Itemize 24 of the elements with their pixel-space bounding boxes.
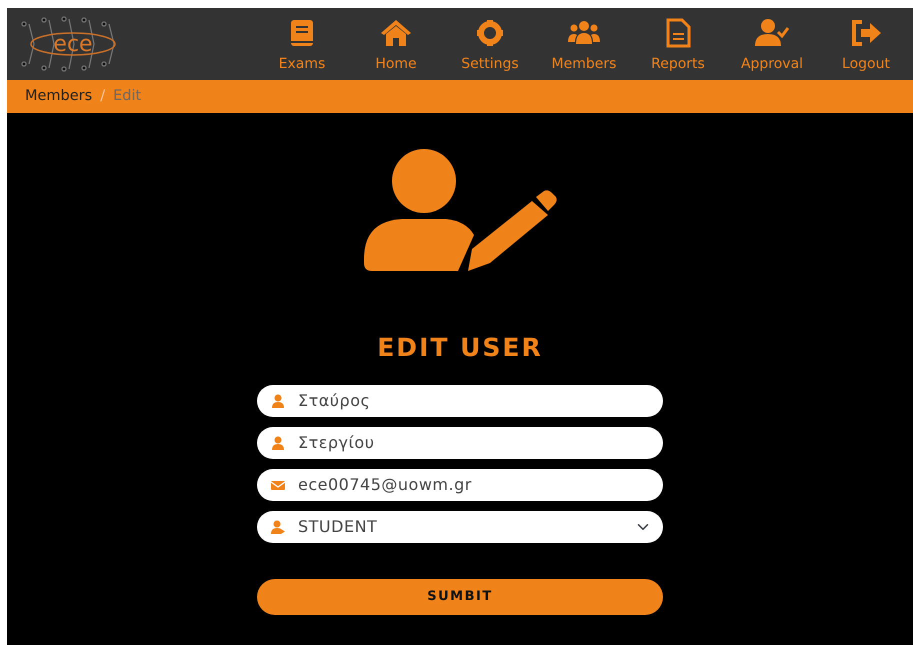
input-field[interactable]: Στεργίου: [257, 426, 663, 458]
nav-link[interactable]: Approval: [725, 14, 819, 74]
logo: ece: [14, 16, 132, 72]
person-icon: [271, 394, 285, 408]
usercheck-icon: [755, 18, 789, 48]
logout-icon: [849, 18, 883, 48]
nav-link[interactable]: Home: [349, 14, 443, 74]
breadcrumb-separator: /: [100, 86, 106, 106]
home-icon: [379, 18, 413, 48]
input-field[interactable]: Σταύρος: [257, 384, 663, 416]
nav-link[interactable]: Members: [537, 14, 631, 74]
user-tag-icon: [271, 520, 285, 534]
submit-button[interactable]: SUMBIT: [257, 578, 663, 614]
breadcrumb-current: Edit: [113, 86, 142, 106]
user-edit-icon: [362, 149, 558, 271]
nav-link[interactable]: Exams: [255, 14, 349, 74]
input-field[interactable]: ece00745@uowm.gr: [257, 468, 663, 500]
person-icon: [271, 436, 285, 450]
breadcrumb-link[interactable]: Members: [25, 86, 92, 108]
nav-link[interactable]: Settings: [443, 14, 537, 74]
nav-link[interactable]: Reports: [631, 14, 725, 74]
nav-link[interactable]: Logout: [819, 14, 913, 74]
form-title: EDIT USER: [377, 332, 543, 364]
role-select[interactable]: STUDENT: [257, 510, 663, 542]
